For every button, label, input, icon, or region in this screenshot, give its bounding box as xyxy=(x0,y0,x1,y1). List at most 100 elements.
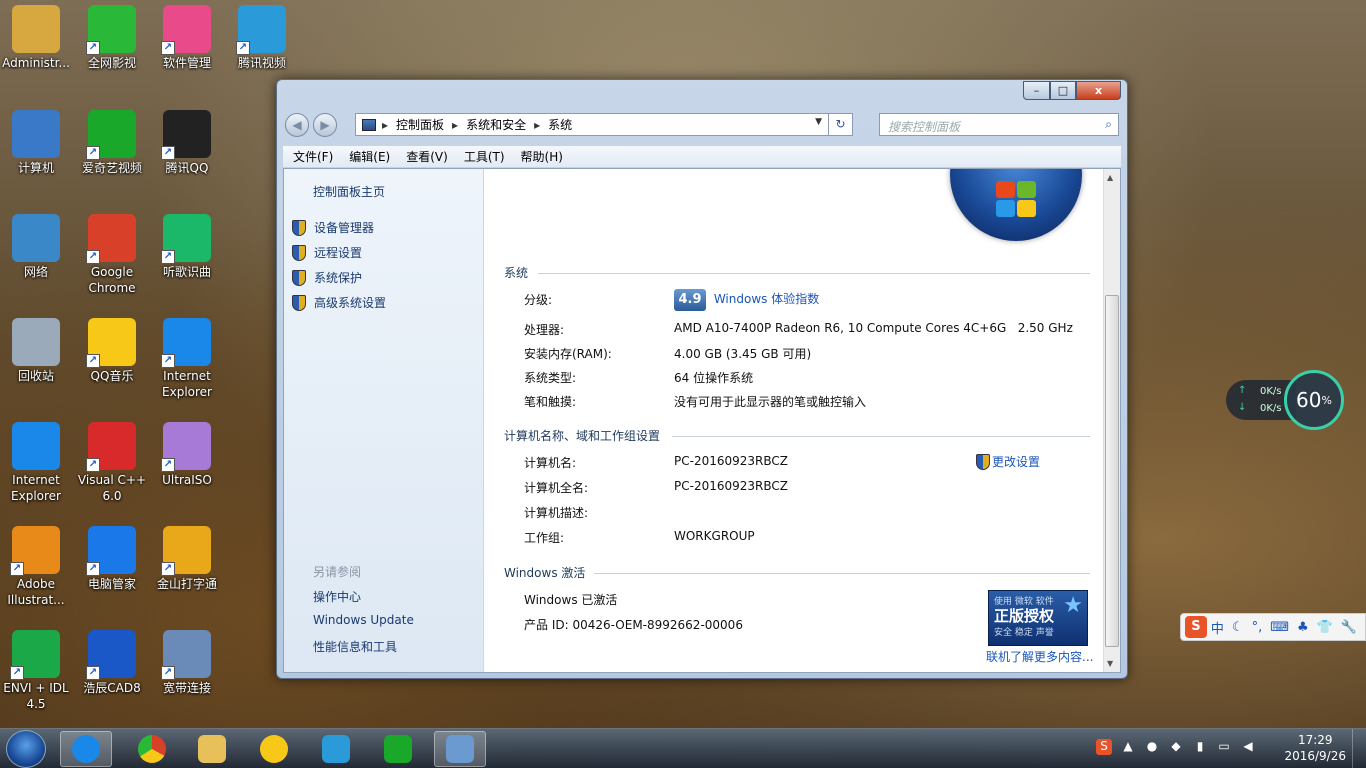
tray-expand-icon[interactable]: ▲ xyxy=(1120,739,1136,755)
desktop-icon[interactable]: 网络 xyxy=(0,214,74,280)
shortcut-arrow-icon: ↗ xyxy=(10,562,24,576)
menu-view[interactable]: 查看(V) xyxy=(406,148,448,165)
refresh-button[interactable]: ↻ xyxy=(828,114,852,135)
security-tray-icon[interactable]: ◆ xyxy=(1168,739,1184,755)
qq-tray-icon[interactable]: ● xyxy=(1144,739,1160,755)
learn-more-link[interactable]: 联机了解更多内容... xyxy=(986,648,1093,665)
ime-skin-icon[interactable]: ♣ xyxy=(1297,620,1309,635)
desktop-icon[interactable]: ↗ Google Chrome xyxy=(74,214,150,296)
address-dropdown-icon[interactable]: ▼ xyxy=(815,117,822,127)
ime-moon-icon[interactable]: ☾ xyxy=(1232,620,1244,635)
desktop-icon[interactable]: ↗ 浩辰CAD8 xyxy=(74,630,150,696)
minimize-button[interactable]: – xyxy=(1023,81,1050,100)
taskbar-ie[interactable] xyxy=(60,731,112,767)
performance-tools-link[interactable]: 性能信息和工具 xyxy=(313,638,397,655)
download-speed: 0K/s xyxy=(1260,403,1282,414)
taskbar-iqiyi[interactable] xyxy=(372,731,424,767)
desktop-icon[interactable]: ↗ 腾讯视频 xyxy=(224,5,300,71)
ime-mode-toggle[interactable]: 中 xyxy=(1211,618,1224,637)
desktop-icon[interactable]: ↗ 金山打字通 xyxy=(149,526,225,592)
search-icon[interactable]: ⌕ xyxy=(1105,117,1112,132)
breadcrumb-system-security[interactable]: 系统和安全 xyxy=(466,116,526,133)
search-input[interactable]: 搜索控制面板 ⌕ xyxy=(879,113,1119,136)
scrollbar-thumb[interactable] xyxy=(1105,295,1119,647)
memory-usage-ring: 60% xyxy=(1284,370,1344,430)
scroll-down-icon[interactable]: ▼ xyxy=(1107,659,1113,668)
network-tray-icon[interactable]: ▭ xyxy=(1216,739,1232,755)
desktop-icon[interactable]: ↗ ENVI + IDL 4.5 xyxy=(0,630,74,712)
sogou-tray-icon[interactable]: S xyxy=(1096,739,1112,755)
shortcut-arrow-icon: ↗ xyxy=(86,146,100,160)
menu-tools[interactable]: 工具(T) xyxy=(464,148,505,165)
network-speed-widget[interactable]: ↑ 0K/s ↓ 0K/s 60% xyxy=(1226,370,1344,430)
menu-help[interactable]: 帮助(H) xyxy=(521,148,563,165)
vertical-scrollbar[interactable]: ▲ ▼ xyxy=(1103,169,1120,672)
taskbar-control-panel[interactable] xyxy=(434,731,486,767)
play-icon xyxy=(322,735,350,763)
show-desktop-button[interactable] xyxy=(1352,729,1366,768)
net-icon: ↗ xyxy=(161,630,211,680)
usb-tray-icon[interactable]: ▮ xyxy=(1192,739,1208,755)
address-bar[interactable]: ▸ 控制面板 ▸ 系统和安全 ▸ 系统 ▼ ↻ xyxy=(355,113,853,136)
desktop-icon[interactable]: Administr... xyxy=(0,5,74,71)
windows-update-link[interactable]: Windows Update xyxy=(313,613,414,627)
change-settings-link[interactable]: 更改设置 xyxy=(976,453,1040,470)
taskbar-explorer[interactable] xyxy=(186,731,238,767)
desktop-icon[interactable]: ↗ 电脑管家 xyxy=(74,526,150,592)
shortcut-arrow-icon: ↗ xyxy=(161,146,175,160)
ime-settings-icon[interactable]: 🔧 xyxy=(1341,620,1357,635)
system-type-value: 64 位操作系统 xyxy=(674,371,754,385)
upload-arrow-icon: ↑ xyxy=(1238,385,1247,396)
desktop-icon[interactable]: ↗ 听歌识曲 xyxy=(149,214,225,280)
advanced-system-settings-link[interactable]: 高级系统设置 xyxy=(292,294,386,311)
taskbar-tencent-video[interactable] xyxy=(310,731,362,767)
desktop-icon[interactable]: ↗ 宽带连接 xyxy=(149,630,225,696)
breadcrumb-control-panel[interactable]: 控制面板 xyxy=(396,116,444,133)
clock-date: 2016/9/26 xyxy=(1284,749,1346,763)
maximize-button[interactable]: □ xyxy=(1050,81,1076,100)
close-button[interactable]: x xyxy=(1076,81,1121,100)
volume-tray-icon[interactable]: ◀ xyxy=(1240,739,1256,755)
genuine-microsoft-badge[interactable]: 使用 微软 软件 正版授权 安全 稳定 声誉 ★ xyxy=(988,590,1088,646)
back-button[interactable]: ◀ xyxy=(285,113,309,137)
device-manager-link[interactable]: 设备管理器 xyxy=(292,219,374,236)
desktop-icon[interactable]: ↗ Visual C++ 6.0 xyxy=(74,422,150,504)
menu-file[interactable]: 文件(F) xyxy=(293,148,333,165)
ime-punctuation-icon[interactable]: °, xyxy=(1252,620,1263,635)
sogou-logo-icon[interactable]: S xyxy=(1185,616,1207,638)
remote-settings-link[interactable]: 远程设置 xyxy=(292,244,362,261)
desktop-icon[interactable]: 计算机 xyxy=(0,110,74,176)
ime-shirt-icon[interactable]: 👕 xyxy=(1317,620,1333,635)
uac-shield-icon xyxy=(976,453,990,470)
taskbar-qqmusic[interactable] xyxy=(248,731,300,767)
ram-label: 安装内存(RAM): xyxy=(524,347,612,361)
system-clock[interactable]: 17:29 2016/9/26 xyxy=(1284,732,1346,764)
taskbar-chrome[interactable] xyxy=(126,731,178,767)
start-button[interactable] xyxy=(6,730,46,768)
action-center-link[interactable]: 操作中心 xyxy=(313,588,361,605)
desktop-icon[interactable]: ↗ UltraISO xyxy=(149,422,225,488)
desktop-icon[interactable]: ↗ 全网影视 xyxy=(74,5,150,71)
desktop-icon[interactable]: ↗ 腾讯QQ xyxy=(149,110,225,176)
shortcut-arrow-icon: ↗ xyxy=(161,666,175,680)
system-protection-link[interactable]: 系统保护 xyxy=(292,269,362,286)
desktop-icon[interactable]: Internet Explorer xyxy=(0,422,74,504)
scroll-up-icon[interactable]: ▲ xyxy=(1107,173,1113,182)
desktop-icon[interactable]: ↗ QQ音乐 xyxy=(74,318,150,384)
experience-index-badge: 4.9 xyxy=(674,289,706,311)
control-panel-home-link[interactable]: 控制面板主页 xyxy=(313,183,385,200)
desktop-icon[interactable]: ↗ Internet Explorer xyxy=(149,318,225,400)
forward-button[interactable]: ▶ xyxy=(313,113,337,137)
desktop-icon[interactable]: ↗ 爱奇艺视频 xyxy=(74,110,150,176)
ime-keyboard-icon[interactable]: ⌨ xyxy=(1270,620,1289,635)
sogou-ime-toolbar[interactable]: S 中 ☾ °, ⌨ ♣ 👕 🔧 xyxy=(1180,613,1366,641)
experience-index-link[interactable]: Windows 体验指数 xyxy=(714,292,819,306)
breadcrumb-system[interactable]: 系统 xyxy=(548,116,572,133)
shortcut-arrow-icon: ↗ xyxy=(161,250,175,264)
desktop-icon[interactable]: ↗ Adobe Illustrat... xyxy=(0,526,74,608)
desktop-icon[interactable]: 回收站 xyxy=(0,318,74,384)
penguin-icon: ↗ xyxy=(161,110,211,160)
desktop-icon[interactable]: ↗ 软件管理 xyxy=(149,5,225,71)
menu-edit[interactable]: 编辑(E) xyxy=(349,148,390,165)
desktop-icon-label: 金山打字通 xyxy=(156,577,217,591)
